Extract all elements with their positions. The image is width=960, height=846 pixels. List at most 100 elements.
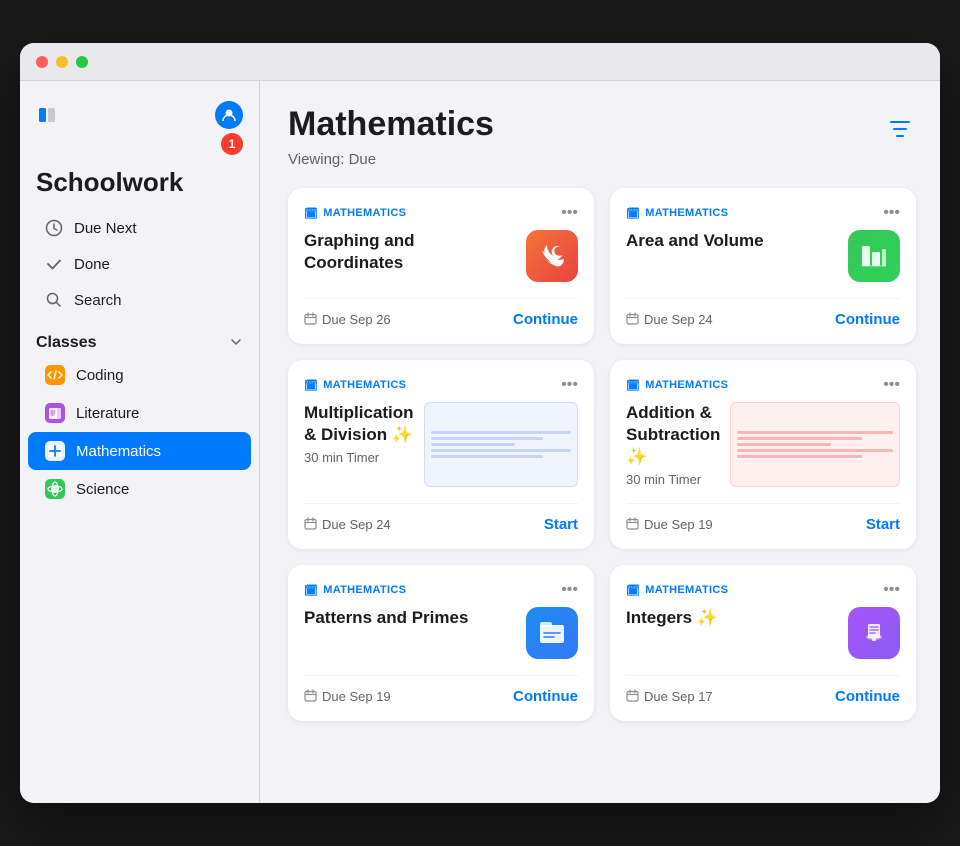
table-row[interactable]: 🗓 MATHEMATICS ••• Addition & Subtraction… — [610, 360, 916, 549]
chevron-down-icon[interactable] — [229, 335, 243, 352]
main-content: 1 Schoolwork Due Next — [20, 81, 940, 803]
card-due-date: Due Sep 19 — [626, 517, 713, 533]
table-row[interactable]: 🗓 MATHEMATICS ••• Area and Volume — [610, 188, 916, 344]
card-action-button[interactable]: Continue — [835, 311, 900, 328]
card-subject-row: 🗓 MATHEMATICS ••• — [304, 581, 578, 599]
table-row[interactable]: 🗓 MATHEMATICS ••• Graphing and Coordinat… — [288, 188, 594, 344]
card-body: Addition & Subtraction ✨ 30 min Timer — [626, 402, 900, 487]
card-subject: 🗓 MATHEMATICS — [626, 584, 728, 597]
card-title: Graphing and Coordinates — [304, 230, 516, 274]
sidebar: 1 Schoolwork Due Next — [20, 81, 260, 803]
card-footer: Due Sep 19 Start — [626, 503, 900, 533]
card-action-button[interactable]: Start — [544, 516, 578, 533]
search-label: Search — [74, 292, 122, 309]
calendar-icon — [626, 517, 639, 533]
subject-icon: 🗓 — [304, 207, 318, 220]
main-header: Mathematics — [288, 105, 916, 145]
card-action-button[interactable]: Continue — [513, 688, 578, 705]
sidebar-item-coding[interactable]: Coding — [28, 356, 251, 394]
table-row[interactable]: 🗓 MATHEMATICS ••• Integers ✨ — [610, 565, 916, 721]
sidebar-item-done[interactable]: Done — [28, 246, 251, 282]
thumbnail-line — [737, 455, 861, 458]
filter-icon[interactable] — [884, 113, 916, 145]
card-footer: Due Sep 26 Continue — [304, 298, 578, 328]
classes-title: Classes — [36, 334, 97, 352]
thumbnail-line — [431, 437, 543, 440]
card-footer: Due Sep 24 Continue — [626, 298, 900, 328]
thumbnail-line — [737, 431, 893, 434]
card-subject-row: 🗓 MATHEMATICS ••• — [626, 376, 900, 394]
more-options-icon[interactable]: ••• — [883, 581, 900, 599]
card-title: Patterns and Primes — [304, 607, 516, 629]
thumbnail-line — [431, 455, 543, 458]
card-subject: 🗓 MATHEMATICS — [304, 379, 406, 392]
subject-icon: 🗓 — [304, 584, 318, 597]
maximize-button[interactable] — [76, 56, 88, 68]
clock-icon — [44, 218, 64, 238]
sidebar-item-due-next[interactable]: Due Next — [28, 210, 251, 246]
app-title: Schoolwork — [20, 163, 259, 210]
card-info: Graphing and Coordinates — [304, 230, 516, 278]
card-title: Addition & Subtraction ✨ — [626, 402, 720, 468]
assignments-grid: 🗓 MATHEMATICS ••• Graphing and Coordinat… — [288, 188, 916, 721]
card-title: Integers ✨ — [626, 607, 838, 629]
more-options-icon[interactable]: ••• — [561, 376, 578, 394]
card-info: Addition & Subtraction ✨ 30 min Timer — [626, 402, 720, 487]
thumbnail-line — [737, 443, 830, 446]
mathematics-label: Mathematics — [76, 443, 161, 460]
minimize-button[interactable] — [56, 56, 68, 68]
card-subject: 🗓 MATHEMATICS — [304, 207, 406, 220]
subject-icon: 🗓 — [626, 379, 640, 392]
notification-badge: 1 — [221, 133, 243, 155]
page-title: Mathematics — [288, 105, 494, 144]
card-info: Multiplication & Division ✨ 30 min Timer — [304, 402, 414, 465]
card-subject-row: 🗓 MATHEMATICS ••• — [626, 204, 900, 222]
close-button[interactable] — [36, 56, 48, 68]
keynote-app-icon — [848, 607, 900, 659]
more-options-icon[interactable]: ••• — [883, 204, 900, 222]
card-action-button[interactable]: Continue — [835, 688, 900, 705]
main-area: Mathematics Viewing: Due 🗓 MATHEMATICS — [260, 81, 940, 803]
card-thumbnail — [424, 402, 578, 487]
card-body: Multiplication & Division ✨ 30 min Timer — [304, 402, 578, 487]
more-options-icon[interactable]: ••• — [883, 376, 900, 394]
table-row[interactable]: 🗓 MATHEMATICS ••• Patterns and Primes — [288, 565, 594, 721]
card-subject: 🗓 MATHEMATICS — [626, 379, 728, 392]
calendar-icon — [626, 312, 639, 328]
sidebar-toggle-icon[interactable] — [36, 104, 58, 126]
card-due-date: Due Sep 17 — [626, 689, 713, 705]
numbers-app-icon — [848, 230, 900, 282]
sidebar-item-search[interactable]: Search — [28, 282, 251, 318]
card-subject-row: 🗓 MATHEMATICS ••• — [626, 581, 900, 599]
card-due-date: Due Sep 24 — [304, 517, 391, 533]
card-action-button[interactable]: Start — [866, 516, 900, 533]
calendar-icon — [304, 689, 317, 705]
card-info: Area and Volume — [626, 230, 838, 256]
calendar-icon — [304, 312, 317, 328]
profile-avatar[interactable] — [215, 101, 243, 129]
more-options-icon[interactable]: ••• — [561, 204, 578, 222]
card-action-button[interactable]: Continue — [513, 311, 578, 328]
window-controls — [36, 56, 88, 68]
sidebar-item-science[interactable]: Science — [28, 470, 251, 508]
card-body: Area and Volume — [626, 230, 900, 282]
search-icon — [44, 290, 64, 310]
subject-icon: 🗓 — [626, 207, 640, 220]
card-info: Integers ✨ — [626, 607, 838, 633]
app-window: 1 Schoolwork Due Next — [20, 43, 940, 803]
sidebar-item-mathematics[interactable]: Mathematics — [28, 432, 251, 470]
table-row[interactable]: 🗓 MATHEMATICS ••• Multiplication & Divis… — [288, 360, 594, 549]
card-footer: Due Sep 19 Continue — [304, 675, 578, 705]
card-subject-row: 🗓 MATHEMATICS ••• — [304, 204, 578, 222]
sidebar-item-literature[interactable]: Literature — [28, 394, 251, 432]
more-options-icon[interactable]: ••• — [561, 581, 578, 599]
done-label: Done — [74, 256, 110, 273]
title-bar — [20, 43, 940, 81]
card-body: Integers ✨ — [626, 607, 900, 659]
swift-app-icon — [526, 230, 578, 282]
thumbnail-line — [431, 443, 515, 446]
thumbnail-line — [431, 449, 571, 452]
card-due-date: Due Sep 24 — [626, 312, 713, 328]
calendar-icon — [304, 517, 317, 533]
viewing-label: Viewing: Due — [288, 151, 916, 168]
